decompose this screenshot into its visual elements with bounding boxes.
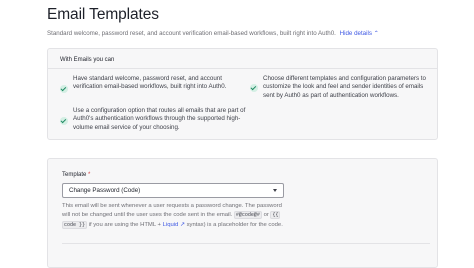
page-subtitle: Standard welcome, password reset, and ac… (47, 30, 379, 37)
template-select-value: Change Password (Code) (69, 187, 141, 194)
feature-item: Choose different templates and configura… (250, 75, 430, 101)
code-snippet: #@code@# (233, 211, 262, 220)
template-label-text: Template (62, 172, 87, 178)
feature-text: Choose different templates and configura… (263, 75, 426, 99)
check-circle-icon (60, 117, 68, 125)
template-card: Template * Change Password (Code) This e… (47, 158, 438, 268)
liquid-link-label: Liquid (162, 221, 179, 228)
required-mark: * (88, 172, 91, 178)
feature-item: Use a configuration option that routes a… (60, 107, 250, 133)
feature-text: Have standard welcome, password reset, a… (73, 75, 227, 91)
page-title: Email Templates (47, 6, 159, 23)
template-label: Template * (62, 172, 90, 178)
template-help-text: This email will be sent whenever a user … (62, 202, 287, 230)
code-snippet: {{ (270, 211, 281, 220)
check-circle-icon (60, 85, 68, 93)
info-card: With Emails you can Have standard welcom… (47, 48, 438, 140)
check-circle-icon (250, 84, 258, 92)
hide-details-label: Hide details (339, 30, 372, 37)
divider (62, 243, 430, 244)
info-card-heading: With Emails you can (60, 57, 115, 63)
subtitle-text: Standard welcome, password reset, and ac… (47, 30, 336, 37)
feature-text: Use a configuration option that routes a… (73, 107, 246, 131)
external-link-icon: ↗ (179, 221, 185, 228)
liquid-link[interactable]: Liquid ↗ (163, 222, 185, 228)
hide-details-link[interactable]: Hide details ⌃ (340, 30, 379, 37)
help-text-3: syntax) is a placeholder for the code. (186, 221, 283, 228)
feature-item: Have standard welcome, password reset, a… (60, 75, 250, 101)
chevron-down-icon (273, 189, 277, 192)
template-select[interactable]: Change Password (Code) (62, 183, 284, 198)
help-or: or (263, 212, 269, 219)
help-text-2: if you are using the HTML + (88, 221, 161, 228)
divider (48, 68, 437, 69)
chevron-up-icon: ⌃ (373, 30, 379, 37)
code-snippet: code }} (62, 220, 88, 229)
